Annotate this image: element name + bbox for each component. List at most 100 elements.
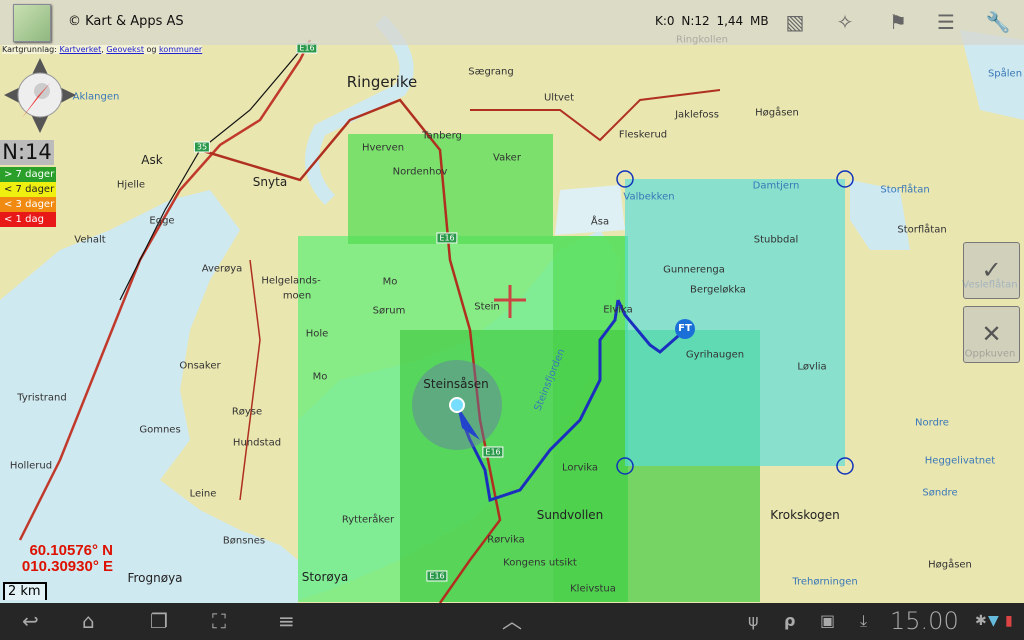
cancel-button[interactable]: ✕ (963, 306, 1020, 363)
place-label: Nordre (915, 417, 949, 429)
link-geovekst[interactable]: Geovekst (106, 45, 144, 54)
place-label: Jaklefoss (675, 109, 719, 121)
place-label: Høgåsen (928, 559, 972, 571)
map-view[interactable]: FT Ringerike Tanberg Hverven Vaker Nordenhov… (0, 0, 1024, 603)
wifi-icon: ▼ (988, 613, 999, 629)
place-label: Hollerud (9, 460, 53, 472)
chevron-up-icon[interactable]: ︿ (502, 609, 522, 633)
place-label: Kongens utsikt (503, 557, 577, 569)
top-toolbar: © Kart & Apps AS K:0 N:12 1,44 MB ▧ ✧ ⚑ … (0, 0, 1024, 45)
p-icon: ρ (784, 611, 796, 630)
place-label: Gyrihaugen (685, 349, 745, 361)
place-label: Sørum (372, 305, 406, 317)
road-sign: E16 (482, 446, 504, 458)
place-label: Storøya (301, 570, 349, 584)
download-icon: ⤓ (860, 611, 868, 630)
place-label: Hjelle (116, 179, 146, 191)
compass-button[interactable] (4, 58, 76, 133)
longitude: 010.30930° E (21, 558, 113, 575)
place-label: Nordenhov (392, 166, 448, 178)
legend-item: < 3 dager (0, 197, 56, 212)
clock: 15.00 (890, 607, 959, 635)
legend-item: < 7 dager (0, 182, 56, 197)
person-flag-icon[interactable]: ⚑ (885, 10, 911, 34)
place-label: Hverven (361, 142, 405, 154)
place-label: Gomnes (139, 424, 181, 436)
legend-item: > 7 dager (0, 167, 56, 182)
place-label: Heggelivatnet (924, 455, 996, 467)
place-label: Krokskogen (770, 508, 840, 522)
map-canvas (0, 15, 1024, 603)
road-sign: E16 (426, 570, 448, 582)
recent-apps-icon[interactable]: ❐ (150, 609, 168, 633)
place-label: Ask (141, 153, 163, 167)
menu-list-icon[interactable]: ☰ (933, 10, 959, 34)
bag-icon: ▣ (820, 611, 836, 630)
place-label: Løvlia (797, 361, 827, 373)
place-label: Stubbdal (753, 234, 799, 246)
place-label: Spålen (987, 68, 1023, 80)
place-label: Stein (474, 301, 500, 313)
place-label: Aklangen (72, 91, 120, 103)
place-label: Høgåsen (755, 107, 799, 119)
place-label: Tyristrand (17, 392, 67, 404)
place-label: Sundvollen (536, 508, 604, 522)
place-label: Storflåtan (880, 184, 930, 196)
legend-item: < 1 dag (0, 212, 56, 227)
track-marker-ft[interactable]: FT (675, 319, 695, 339)
confirm-button[interactable]: ✓ (963, 242, 1020, 299)
link-kommuner[interactable]: kommuner (159, 45, 202, 54)
road-sign: 35 (193, 141, 211, 153)
zoom-level-badge: N:14 (0, 140, 54, 165)
place-label: Hundstad (232, 437, 282, 449)
place-label: Kleivstua (570, 583, 616, 595)
place-label: Damtjern (752, 180, 800, 192)
map-credit: Kartgrunnlag: Kartverket, Geovekst og ko… (2, 45, 203, 54)
place-label: Åsa (590, 216, 610, 228)
latitude: 60.10576° N (29, 542, 113, 559)
home-icon[interactable]: ⌂ (82, 609, 95, 633)
place-label: Egge (149, 215, 175, 227)
settings-wrench-icon[interactable]: 🔧 (985, 10, 1011, 34)
place-label: Tanberg (422, 130, 462, 142)
credit-prefix: Kartgrunnlag: (2, 45, 60, 54)
place-label: Valbekken (623, 191, 675, 203)
place-label: Snyta (252, 175, 288, 189)
place-label: Lorvika (561, 462, 599, 474)
place-label: Rytteråker (341, 514, 395, 526)
place-label: Vaker (493, 152, 521, 164)
place-label: Gunnerenga (663, 264, 725, 276)
back-icon[interactable]: ↩ (22, 609, 39, 633)
place-label: Bønsnes (222, 535, 266, 547)
place-label: Bergeløkka (690, 284, 746, 296)
scale-bar: 2 km (3, 582, 47, 600)
screenshot-icon[interactable]: ⛶ (212, 609, 226, 633)
place-label: Storflåtan (897, 224, 947, 236)
menu-icon[interactable]: ≡ (278, 609, 295, 633)
system-navbar: ↩ ⌂ ❐ ⛶ ≡ ︿ ψ ρ ▣ ⤓ 15.00 ✱ ▼ ▮ (0, 603, 1024, 640)
app-map-icon[interactable] (13, 4, 51, 42)
place-label: Helgelands- (261, 275, 321, 287)
place-label: Vehalt (74, 234, 106, 246)
place-label: Averøya (201, 263, 243, 275)
place-label: Mo (382, 276, 398, 288)
map-layers-icon[interactable]: ▧ (782, 10, 808, 34)
place-label: Rørvika (487, 534, 525, 546)
gps-target-icon[interactable]: ✧ (832, 10, 858, 34)
place-label: Røyse (231, 406, 263, 418)
credit-sep: og (143, 45, 160, 54)
place-label: Trehørningen (792, 576, 858, 588)
copyright-text: © Kart & Apps AS (68, 14, 184, 29)
compass-icon (4, 58, 76, 133)
place-label: Steinsåsen (423, 377, 489, 391)
cache-stats: K:0 N:12 1,44 MB (655, 14, 769, 28)
link-kartverket[interactable]: Kartverket (59, 45, 101, 54)
place-label: Ultvet (543, 92, 575, 104)
place-label: Ringerike (346, 73, 418, 91)
place-label: Elvika (603, 304, 633, 316)
bluetooth-icon: ✱ (975, 613, 987, 629)
coordinates-readout: 60.10576° N 010.30930° E (0, 543, 113, 575)
place-label: Søndre (922, 487, 958, 499)
road-sign: E16 (436, 232, 458, 244)
place-label: Frognøya (127, 571, 183, 585)
